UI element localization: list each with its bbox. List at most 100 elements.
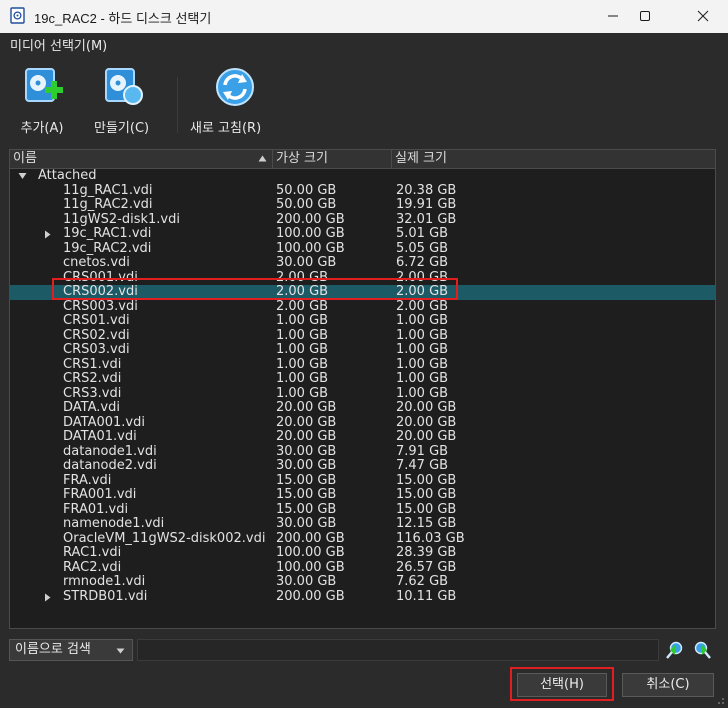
actual-size: 28.39 GB — [396, 545, 457, 560]
virtual-size: 30.00 GB — [276, 443, 337, 459]
expand-arrow-icon[interactable] — [44, 230, 51, 239]
disk-name: CRS2.vdi — [63, 371, 122, 386]
virtual-size: 1.00 GB — [276, 313, 329, 328]
table-row[interactable]: 19c_RAC1.vdi 100.00 GB 5.01 GB — [10, 226, 715, 242]
table-row[interactable]: 11gWS2-disk1.vdi 200.00 GB 32.01 GB — [10, 211, 715, 228]
virtual-size: 20.00 GB — [276, 400, 337, 415]
actual-size: 32.01 GB — [396, 211, 457, 227]
table-row[interactable]: DATA001.vdi 20.00 GB 20.00 GB — [10, 415, 715, 431]
table-row[interactable]: DATA.vdi 20.00 GB 20.00 GB — [10, 400, 715, 416]
table-row[interactable]: STRDB01.vdi 200.00 GB 10.11 GB — [10, 588, 715, 605]
disk-name: 11g_RAC2.vdi — [63, 197, 153, 212]
add-disk-icon — [25, 68, 63, 102]
actual-size: 19.91 GB — [396, 197, 457, 212]
maximize-button[interactable] — [622, 0, 668, 32]
table-row[interactable]: 11g_RAC2.vdi 50.00 GB 19.91 GB — [10, 197, 715, 213]
resize-grip-icon[interactable] — [715, 695, 725, 705]
table-row[interactable]: RAC2.vdi 100.00 GB 26.57 GB — [10, 559, 715, 576]
actual-size: 1.00 GB — [396, 327, 449, 343]
search-mode-value: 이름으로 검색 — [15, 642, 91, 657]
sort-ascending-icon — [258, 155, 267, 162]
disk-name: CRS003.vdi — [63, 298, 138, 314]
minimize-icon — [608, 15, 618, 17]
search-next-icon[interactable] — [692, 640, 712, 660]
actual-size: 26.57 GB — [396, 559, 457, 575]
actual-size: 1.00 GB — [396, 385, 449, 401]
table-row[interactable]: OracleVM_11gWS2-disk002.vdi 200.00 GB 11… — [10, 531, 715, 547]
table-row[interactable]: datanode1.vdi 30.00 GB 7.91 GB — [10, 443, 715, 460]
disk-name: 19c_RAC1.vdi — [63, 226, 152, 241]
table-row[interactable]: FRA001.vdi 15.00 GB 15.00 GB — [10, 487, 715, 503]
disk-name: cnetos.vdi — [63, 255, 130, 270]
refresh-button[interactable]: 새로 고침(R) — [190, 65, 261, 136]
virtual-size: 1.00 GB — [276, 356, 329, 372]
table-row[interactable]: FRA.vdi 15.00 GB 15.00 GB — [10, 472, 715, 489]
table-row[interactable]: CRS3.vdi 1.00 GB 1.00 GB — [10, 385, 715, 402]
virtual-size: 2.00 GB — [276, 298, 329, 314]
disk-tree[interactable]: 이름 가상 크기 실제 크기 Attached 11g_RAC1.vdi 50.… — [9, 149, 716, 629]
actual-size: 7.91 GB — [396, 443, 449, 459]
chevron-down-icon — [116, 648, 125, 654]
selection-highlight-box — [52, 278, 458, 300]
actual-size: 15.00 GB — [396, 472, 457, 488]
actual-size: 20.00 GB — [396, 400, 457, 415]
virtual-size: 100.00 GB — [276, 240, 345, 256]
collapse-arrow-icon — [18, 173, 27, 179]
table-row[interactable]: namenode1.vdi 30.00 GB 12.15 GB — [10, 516, 715, 532]
disk-name: FRA.vdi — [63, 472, 112, 488]
table-row[interactable]: CRS2.vdi 1.00 GB 1.00 GB — [10, 371, 715, 387]
column-header-virtual-size[interactable]: 가상 크기 — [273, 150, 392, 168]
cancel-button[interactable]: 취소(C) — [622, 673, 714, 697]
actual-size: 10.11 GB — [396, 588, 457, 604]
virtual-size: 20.00 GB — [276, 429, 337, 444]
virtual-size: 200.00 GB — [276, 211, 345, 227]
column-header-name[interactable]: 이름 — [10, 150, 273, 168]
search-mode-select[interactable]: 이름으로 검색 — [9, 639, 133, 661]
actual-size: 7.47 GB — [396, 458, 449, 473]
table-row[interactable]: CRS01.vdi 1.00 GB 1.00 GB — [10, 313, 715, 329]
table-row[interactable]: DATA01.vdi 20.00 GB 20.00 GB — [10, 429, 715, 445]
virtual-size: 30.00 GB — [276, 516, 337, 531]
table-row[interactable]: CRS03.vdi 1.00 GB 1.00 GB — [10, 342, 715, 358]
group-row-attached[interactable]: Attached — [10, 168, 715, 184]
actual-size: 7.62 GB — [396, 574, 449, 589]
close-icon — [697, 10, 709, 22]
disk-name: namenode1.vdi — [63, 516, 165, 531]
group-label: Attached — [38, 168, 97, 183]
virtual-size: 100.00 GB — [276, 559, 345, 575]
table-row[interactable]: FRA01.vdi 15.00 GB 15.00 GB — [10, 502, 715, 518]
create-button[interactable]: 만들기(C) — [94, 65, 149, 136]
search-previous-icon[interactable] — [665, 640, 685, 660]
actual-size: 1.00 GB — [396, 371, 449, 386]
tree-header: 이름 가상 크기 실제 크기 — [10, 150, 715, 169]
column-header-actual-size[interactable]: 실제 크기 — [392, 150, 715, 168]
virtual-size: 1.00 GB — [276, 371, 329, 386]
virtual-size: 1.00 GB — [276, 385, 329, 401]
table-row[interactable]: RAC1.vdi 100.00 GB 28.39 GB — [10, 545, 715, 561]
virtual-size: 30.00 GB — [276, 255, 337, 270]
disk-name: FRA001.vdi — [63, 487, 137, 502]
disk-name: DATA.vdi — [63, 400, 120, 415]
menu-media-selector[interactable]: 미디어 선택기(M) — [10, 35, 107, 54]
close-button[interactable] — [680, 0, 726, 32]
window-title: 19c_RAC2 - 하드 디스크 선택기 — [34, 11, 212, 26]
menu-bar: 미디어 선택기(M) — [0, 33, 728, 55]
add-button[interactable]: 추가(A) — [20, 65, 64, 136]
disk-name: CRS01.vdi — [63, 313, 130, 328]
table-row[interactable]: 19c_RAC2.vdi 100.00 GB 5.05 GB — [10, 240, 715, 257]
disk-name: 11gWS2-disk1.vdi — [63, 211, 180, 227]
search-input[interactable] — [137, 639, 659, 661]
disk-name: 11g_RAC1.vdi — [63, 182, 153, 198]
table-row[interactable]: 11g_RAC1.vdi 50.00 GB 20.38 GB — [10, 182, 715, 199]
table-row[interactable]: datanode2.vdi 30.00 GB 7.47 GB — [10, 458, 715, 474]
disk-name: DATA01.vdi — [63, 429, 137, 444]
virtualbox-app-icon — [10, 7, 25, 24]
expand-arrow-icon[interactable] — [44, 593, 51, 602]
table-row[interactable]: cnetos.vdi 30.00 GB 6.72 GB — [10, 255, 715, 271]
actual-size: 1.00 GB — [396, 356, 449, 372]
table-row[interactable]: CRS1.vdi 1.00 GB 1.00 GB — [10, 356, 715, 373]
table-row[interactable]: rmnode1.vdi 30.00 GB 7.62 GB — [10, 574, 715, 590]
virtual-size: 1.00 GB — [276, 327, 329, 343]
table-row[interactable]: CRS003.vdi 2.00 GB 2.00 GB — [10, 298, 715, 315]
table-row[interactable]: CRS02.vdi 1.00 GB 1.00 GB — [10, 327, 715, 344]
